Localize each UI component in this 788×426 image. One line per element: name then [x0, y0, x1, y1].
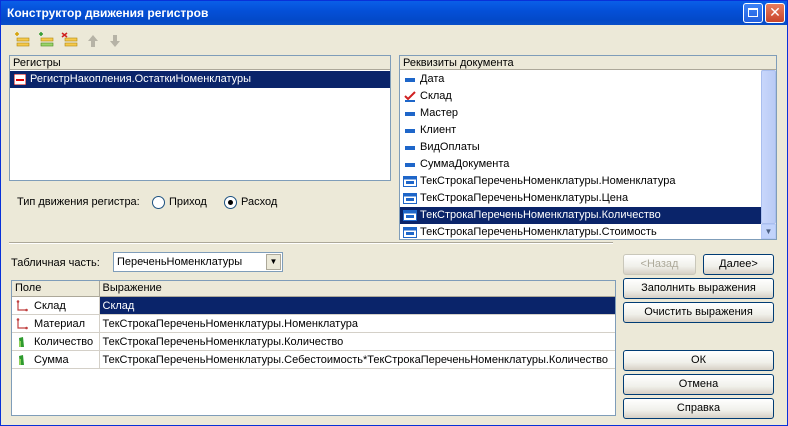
move-up-icon[interactable]	[84, 32, 102, 50]
attribute-item-label: ТекСтрокаПереченьНоменклатуры.Номенклату…	[420, 175, 676, 187]
attribute-item-label: Дата	[420, 73, 445, 85]
movement-type-label: Тип движения регистра:	[17, 196, 140, 208]
cancel-button[interactable]: Отмена	[623, 374, 774, 395]
dimension-icon	[16, 300, 28, 312]
move-down-icon[interactable]	[106, 32, 124, 50]
radio-income-label[interactable]: Приход	[169, 195, 207, 209]
attribute-icon	[405, 146, 415, 150]
close-icon: ✕	[769, 4, 781, 20]
radio-income[interactable]	[152, 196, 165, 209]
resource-icon	[19, 337, 24, 347]
field-name: Материал	[34, 317, 85, 330]
field-cell[interactable]: Количество	[12, 332, 100, 351]
attribute-item-label: ВидОплаты	[420, 141, 480, 153]
expression-cell[interactable]: ТекСтрокаПереченьНоменклатуры.Номенклату…	[99, 314, 615, 333]
attribute-item[interactable]: ВидОплаты	[400, 139, 761, 156]
attributes-header: Реквизиты документа	[400, 56, 776, 70]
dimension-icon	[16, 318, 28, 330]
attribute-item[interactable]: СуммаДокумента	[400, 156, 761, 173]
field-name: Количество	[34, 335, 94, 348]
attribute-item-label: Склад	[420, 90, 452, 102]
attribute-item[interactable]: ТекСтрокаПереченьНоменклатуры.Номенклату…	[400, 173, 761, 190]
tabular-part-select[interactable]: ПереченьНоменклатуры ▼	[113, 252, 283, 272]
attribute-item-label: ТекСтрокаПереченьНоменклатуры.Количество	[420, 209, 661, 221]
register-movement-dialog: Конструктор движения регистров ✕ Регистр…	[0, 0, 788, 426]
table-icon	[403, 227, 417, 238]
expression-cell[interactable]: Склад	[99, 296, 615, 315]
attribute-icon	[405, 78, 415, 82]
chevron-down-icon: ▼	[269, 257, 278, 266]
column-header-field[interactable]: Поле	[12, 281, 100, 297]
tabular-part-value: ПереченьНоменклатуры	[117, 256, 243, 268]
close-button[interactable]: ✕	[765, 3, 785, 23]
registers-header: Регистры	[10, 56, 390, 70]
table-row[interactable]: Материал ТекСтрокаПереченьНоменклатуры.Но…	[12, 314, 615, 333]
window-title: Конструктор движения регистров	[7, 6, 209, 20]
register-item[interactable]: РегистрНакопления.ОстаткиНоменклатуры	[10, 71, 390, 88]
radio-expense[interactable]	[224, 196, 237, 209]
radio-expense-label[interactable]: Расход	[241, 195, 277, 209]
registers-list[interactable]: Регистры РегистрНакопления.ОстаткиНоменк…	[9, 55, 391, 181]
delete-row-icon[interactable]	[61, 32, 79, 50]
attribute-item-label: ТекСтрокаПереченьНоменклатуры.Стоимость	[420, 226, 657, 238]
next-button[interactable]: Далее>	[703, 254, 774, 275]
attribute-item[interactable]: ТекСтрокаПереченьНоменклатуры.Количество	[400, 207, 761, 224]
attribute-item[interactable]: ТекСтрокаПереченьНоменклатуры.Стоимость	[400, 224, 761, 239]
add-copy-icon[interactable]	[37, 32, 55, 50]
field-cell[interactable]: Склад	[12, 296, 100, 315]
scroll-down-button[interactable]: ▼	[761, 224, 776, 239]
maximize-icon	[748, 8, 758, 17]
field-name: Сумма	[34, 353, 69, 366]
document-attributes-list[interactable]: Реквизиты документа Дата Склад Мастер Клиен…	[399, 55, 777, 240]
ok-button[interactable]: ОК	[623, 350, 774, 371]
radio-expense-dot	[228, 200, 233, 205]
attribute-item-label: Клиент	[420, 124, 457, 136]
attributes-scrollbar[interactable]: ▼	[761, 70, 776, 239]
clear-expressions-button[interactable]: Очистить выражения	[623, 302, 774, 323]
table-row[interactable]: Склад Склад	[12, 296, 615, 315]
register-item-label: РегистрНакопления.ОстаткиНоменклатуры	[30, 73, 252, 85]
attribute-item[interactable]: Мастер	[400, 105, 761, 122]
tabular-part-label: Табличная часть:	[11, 257, 100, 269]
expression-cell[interactable]: ТекСтрокаПереченьНоменклатуры.Количество	[99, 332, 615, 351]
maximize-button[interactable]	[743, 3, 763, 23]
attribute-icon	[405, 163, 415, 167]
check-icon	[404, 91, 416, 102]
help-button[interactable]: Справка	[623, 398, 774, 419]
dropdown-button[interactable]: ▼	[266, 254, 281, 270]
field-name: Склад	[34, 299, 66, 312]
field-cell[interactable]: Материал	[12, 314, 100, 333]
table-icon	[403, 193, 417, 204]
column-header-expression[interactable]: Выражение	[99, 281, 615, 297]
attribute-item-label: СуммаДокумента	[420, 158, 510, 170]
attribute-item-label: ТекСтрокаПереченьНоменклатуры.Цена	[420, 192, 629, 204]
attribute-item-label: Мастер	[420, 107, 459, 119]
expression-cell[interactable]: ТекСтрокаПереченьНоменклатуры.Себестоимо…	[99, 350, 615, 369]
movement-fields-grid[interactable]: Поле Выражение Склад Склад Материал ТекСтро…	[11, 280, 616, 416]
attribute-item[interactable]: Дата	[400, 71, 761, 88]
back-button[interactable]: <Назад	[623, 254, 696, 275]
fill-expressions-button[interactable]: Заполнить выражения	[623, 278, 774, 299]
scrollbar-thumb[interactable]	[761, 70, 776, 224]
table-row[interactable]: Сумма ТекСтрокаПереченьНоменклатуры.Себес…	[12, 350, 615, 369]
table-icon	[403, 210, 417, 221]
title-bar[interactable]: Конструктор движения регистров	[1, 1, 787, 25]
separator	[9, 242, 613, 244]
attribute-item[interactable]: Клиент	[400, 122, 761, 139]
add-row-icon[interactable]	[13, 32, 31, 50]
field-cell[interactable]: Сумма	[12, 350, 100, 369]
attribute-item[interactable]: Склад	[400, 88, 761, 105]
chevron-down-icon: ▼	[764, 227, 773, 236]
accumulation-register-icon	[14, 74, 26, 85]
table-icon	[403, 176, 417, 187]
attribute-icon	[405, 129, 415, 133]
table-row[interactable]: Количество ТекСтрокаПереченьНоменклатуры.…	[12, 332, 615, 351]
resource-icon	[19, 355, 24, 365]
attribute-icon	[405, 112, 415, 116]
attribute-item[interactable]: ТекСтрокаПереченьНоменклатуры.Цена	[400, 190, 761, 207]
